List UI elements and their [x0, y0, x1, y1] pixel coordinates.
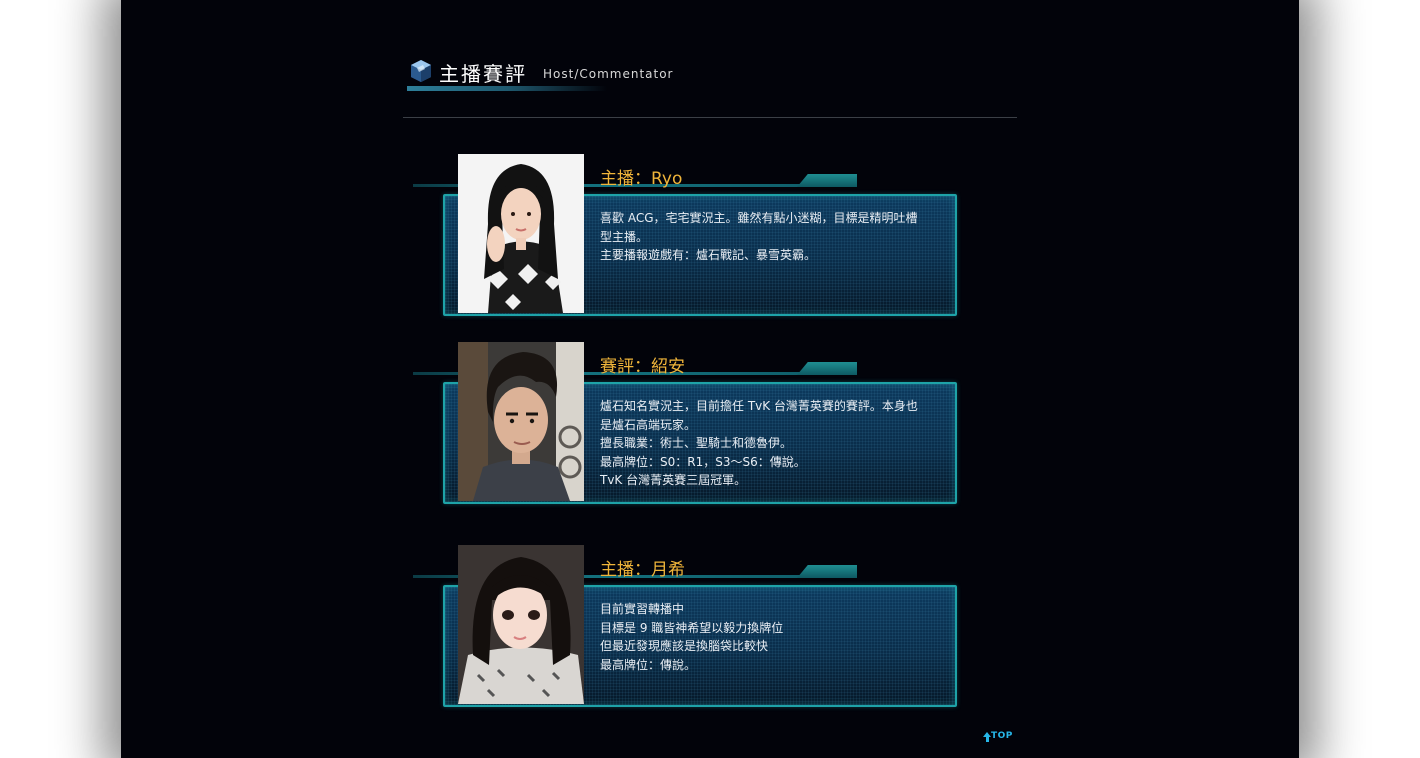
host-description: 目前實習轉播中 目標是 9 職皆神希望以毅力換牌位 但最近發現應該是換腦袋比較快… [600, 600, 930, 674]
host-card-ryo: 主播：Ryo 喜歡 ACG，宅宅實況主。雖然有點小迷糊，目標是精明吐槽 型主播。… [413, 154, 958, 316]
section-header: 主播賽評 Host/Commentator [407, 56, 737, 96]
description-line: 喜歡 ACG，宅宅實況主。雖然有點小迷糊，目標是精明吐槽 [600, 211, 918, 225]
host-description: 喜歡 ACG，宅宅實況主。雖然有點小迷糊，目標是精明吐槽 型主播。 主要播報遊戲… [600, 209, 930, 265]
card-accent-tab [797, 362, 857, 375]
commentator-photo-shaoan [458, 342, 584, 501]
host-name: 主播：Ryo [600, 169, 683, 189]
description-line: 但最近發現應該是換腦袋比較快 [600, 639, 769, 653]
host-photo-yuexi [458, 545, 584, 704]
description-line: 目前實習轉播中 [600, 602, 685, 616]
back-to-top-link[interactable]: TOP [983, 731, 1013, 742]
page-subtitle: Host/Commentator [543, 67, 674, 81]
description-line: 型主播。 [600, 229, 649, 244]
page-title: 主播賽評 [439, 62, 527, 86]
card-accent-tab [797, 565, 857, 578]
description-line: 爐石知名實況主，目前擔任 TvK 台灣菁英賽的賽評。本身也 [600, 399, 918, 413]
up-arrow-stem [985, 737, 989, 742]
description-line: 擅長職業：術士、聖騎士和德魯伊。 [600, 436, 793, 450]
main-content: 主播賽評 Host/Commentator 主播：Ryo 喜歡 ACG，宅宅實況… [121, 0, 1299, 758]
card-accent-tab [797, 174, 857, 187]
commentator-name: 賽評：紹安 [600, 357, 685, 377]
header-underline [407, 86, 607, 91]
host-card-yuexi: 主播：月希 目前實習轉播中 目標是 9 職皆神希望以毅力換牌位 但最近發現應該是… [413, 545, 958, 707]
description-line: 是爐石高端玩家。 [600, 417, 697, 432]
description-line: 目標是 9 職皆神希望以毅力換牌位 [600, 620, 784, 635]
description-line: 最高牌位：S0：R1，S3～S6：傳說。 [600, 454, 806, 469]
crystal-cube-icon [411, 60, 431, 82]
top-label: TOP [991, 731, 1013, 741]
header-divider [403, 117, 1017, 118]
host-photo-ryo [458, 154, 584, 313]
description-line: 最高牌位：傳說。 [600, 657, 697, 672]
commentator-card-shaoan: 賽評：紹安 爐石知名實況主，目前擔任 TvK 台灣菁英賽的賽評。本身也 是爐石高… [413, 342, 958, 504]
description-line: TvK 台灣菁英賽三屆冠軍。 [600, 473, 747, 487]
host-name: 主播：月希 [600, 560, 685, 580]
description-line: 主要播報遊戲有：爐石戰記、暴雪英霸。 [600, 248, 817, 262]
commentator-description: 爐石知名實況主，目前擔任 TvK 台灣菁英賽的賽評。本身也 是爐石高端玩家。 擅… [600, 397, 930, 490]
page-container: 主播賽評 Host/Commentator 主播：Ryo 喜歡 ACG，宅宅實況… [121, 0, 1299, 758]
